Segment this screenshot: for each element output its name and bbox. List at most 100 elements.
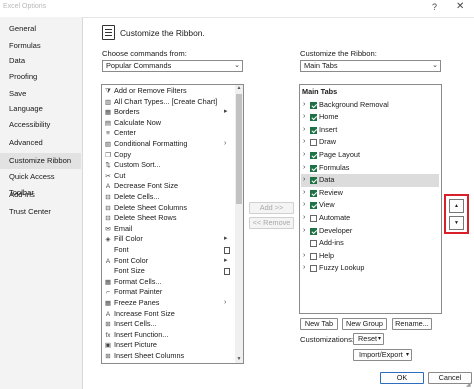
command-item[interactable]: ⌐ Format Painter: [103, 287, 231, 298]
add-button[interactable]: Add >>: [249, 202, 294, 214]
command-item[interactable]: ⊞ Insert Cells...: [103, 319, 231, 330]
nav-item-advanced[interactable]: Advanced: [0, 135, 81, 151]
command-item[interactable]: ⊟ Delete Cells...: [103, 192, 231, 203]
nav-item-trust-center[interactable]: Trust Center: [0, 204, 81, 220]
tab-checkbox[interactable]: [310, 227, 317, 235]
command-item[interactable]: ▧ Conditional Formatting ›: [103, 139, 231, 150]
ribbon-tab-item[interactable]: › Developer: [301, 225, 441, 238]
nav-item-formulas[interactable]: Formulas: [0, 38, 81, 54]
ribbon-tab-item[interactable]: › Insert: [301, 124, 441, 137]
command-item[interactable]: ≡ Center: [103, 128, 231, 139]
ribbon-tab-item[interactable]: › Home: [301, 111, 441, 124]
tab-checkbox[interactable]: [310, 189, 317, 197]
expand-icon[interactable]: ›: [303, 250, 305, 263]
command-item[interactable]: fx Insert Function...: [103, 330, 231, 341]
nav-item-proofing[interactable]: Proofing: [0, 69, 81, 85]
expand-icon[interactable]: ›: [303, 149, 305, 162]
command-item[interactable]: ▤ Calculate Now: [103, 118, 231, 129]
expand-icon[interactable]: ›: [303, 187, 305, 200]
nav-item-accessibility[interactable]: Accessibility: [0, 117, 81, 133]
move-down-button[interactable]: ▼: [449, 216, 464, 230]
command-item[interactable]: ⧩ Add or Remove Filters: [103, 86, 231, 97]
expand-icon[interactable]: ›: [303, 124, 305, 137]
command-item[interactable]: ⊟ Delete Sheet Columns: [103, 203, 231, 214]
nav-item-data[interactable]: Data: [0, 53, 81, 69]
move-up-button[interactable]: ▲: [449, 199, 464, 213]
ribbon-tab-item[interactable]: › Fuzzy Lookup: [301, 262, 441, 275]
resize-grip-icon[interactable]: ◢: [466, 381, 471, 388]
command-item[interactable]: A Font Color ▸: [103, 256, 231, 267]
command-item[interactable]: ▣ Insert Picture: [103, 340, 231, 351]
ribbon-tab-item[interactable]: › Background Removal: [301, 99, 441, 112]
tab-checkbox[interactable]: [310, 252, 317, 260]
nav-item-customize-ribbon[interactable]: Customize Ribbon: [0, 153, 81, 169]
scroll-up-icon[interactable]: ▲: [235, 85, 243, 91]
tab-checkbox[interactable]: [310, 177, 317, 185]
ok-button[interactable]: OK: [380, 372, 424, 384]
remove-button[interactable]: << Remove: [249, 217, 294, 229]
choose-commands-dropdown[interactable]: Popular Commands ⌄: [102, 60, 243, 72]
tab-checkbox[interactable]: [310, 202, 317, 210]
nav-item-add-ins[interactable]: Add-ins: [0, 187, 81, 203]
command-item[interactable]: ❐ Copy: [103, 150, 231, 161]
command-item[interactable]: ⊟ Delete Sheet Rows: [103, 213, 231, 224]
command-item[interactable]: ▦ Format Cells...: [103, 277, 231, 288]
import-export-dropdown[interactable]: Import/Export ▾: [353, 349, 412, 361]
expand-icon[interactable]: ›: [303, 212, 305, 225]
expand-icon[interactable]: ›: [303, 136, 305, 149]
command-item[interactable]: ▦ Freeze Panes ›: [103, 298, 231, 309]
tab-checkbox[interactable]: [310, 114, 317, 122]
close-icon[interactable]: ✕: [456, 1, 464, 12]
command-item[interactable]: ◈ Fill Color ▸: [103, 234, 231, 245]
tab-checkbox[interactable]: [310, 101, 317, 109]
scroll-down-icon[interactable]: ▼: [235, 356, 243, 362]
tab-checkbox[interactable]: [310, 240, 317, 248]
ribbon-tab-item[interactable]: › Help: [301, 250, 441, 263]
tab-checkbox[interactable]: [310, 139, 317, 147]
ribbon-tab-item[interactable]: › Page Layout: [301, 149, 441, 162]
tab-checkbox[interactable]: [310, 152, 317, 159]
ribbon-tabs-dropdown[interactable]: Main Tabs ⌄: [300, 60, 441, 72]
tab-checkbox[interactable]: [310, 265, 317, 273]
command-item[interactable]: ⇅ Custom Sort...: [103, 160, 231, 171]
expand-icon[interactable]: ›: [303, 111, 305, 124]
tab-checkbox[interactable]: [310, 126, 317, 134]
ribbon-tab-item[interactable]: › View: [301, 199, 441, 212]
nav-item-quick-access-toolbar[interactable]: Quick Access Toolbar: [0, 169, 81, 197]
ribbon-tabs-tree[interactable]: Main Tabs › Background Removal › Home › Insert…: [299, 84, 442, 314]
reset-dropdown[interactable]: Reset ▾: [353, 333, 384, 345]
ribbon-tab-item[interactable]: Add-ins: [301, 237, 441, 250]
command-item[interactable]: ▦ Borders ▸: [103, 107, 231, 118]
command-item[interactable]: ⊞ Insert Sheet Columns: [103, 351, 231, 362]
command-item[interactable]: Font: [103, 245, 231, 256]
command-item[interactable]: ▥ All Chart Types... [Create Chart]: [103, 97, 231, 108]
expand-icon[interactable]: ›: [303, 225, 305, 238]
expand-icon[interactable]: ›: [303, 262, 305, 275]
nav-item-save[interactable]: Save: [0, 86, 81, 102]
tab-checkbox[interactable]: [310, 215, 317, 222]
ribbon-tab-item[interactable]: › Automate: [301, 212, 441, 225]
ribbon-tab-item[interactable]: › Review: [301, 187, 441, 200]
commands-scrollbar[interactable]: ▲ ▼: [235, 85, 243, 363]
nav-item-general[interactable]: General: [0, 21, 81, 37]
new-tab-button[interactable]: New Tab: [300, 318, 338, 330]
expand-icon[interactable]: ›: [303, 162, 305, 175]
commands-list[interactable]: ▲ ▼ ⧩ Add or Remove Filters ▥ All Chart Typ…: [101, 84, 244, 364]
help-icon[interactable]: ?: [432, 2, 437, 12]
rename-button[interactable]: Rename...: [392, 318, 432, 330]
expand-icon[interactable]: ›: [303, 99, 305, 112]
command-item[interactable]: ✂ Cut: [103, 171, 231, 182]
tab-checkbox[interactable]: [310, 164, 317, 172]
ribbon-tab-item[interactable]: › Data: [301, 174, 439, 187]
scroll-thumb[interactable]: [236, 94, 242, 204]
nav-item-language[interactable]: Language: [0, 101, 81, 117]
ribbon-tab-item[interactable]: › Formulas: [301, 162, 441, 175]
new-group-button[interactable]: New Group: [342, 318, 387, 330]
command-item[interactable]: ✉ Email: [103, 224, 231, 235]
expand-icon[interactable]: ›: [303, 199, 305, 212]
ribbon-tab-item[interactable]: › Draw: [301, 136, 441, 149]
command-item[interactable]: A Decrease Font Size: [103, 181, 231, 192]
expand-icon[interactable]: ›: [303, 174, 305, 187]
command-item[interactable]: Font Size: [103, 266, 231, 277]
command-item[interactable]: A Increase Font Size: [103, 309, 231, 320]
